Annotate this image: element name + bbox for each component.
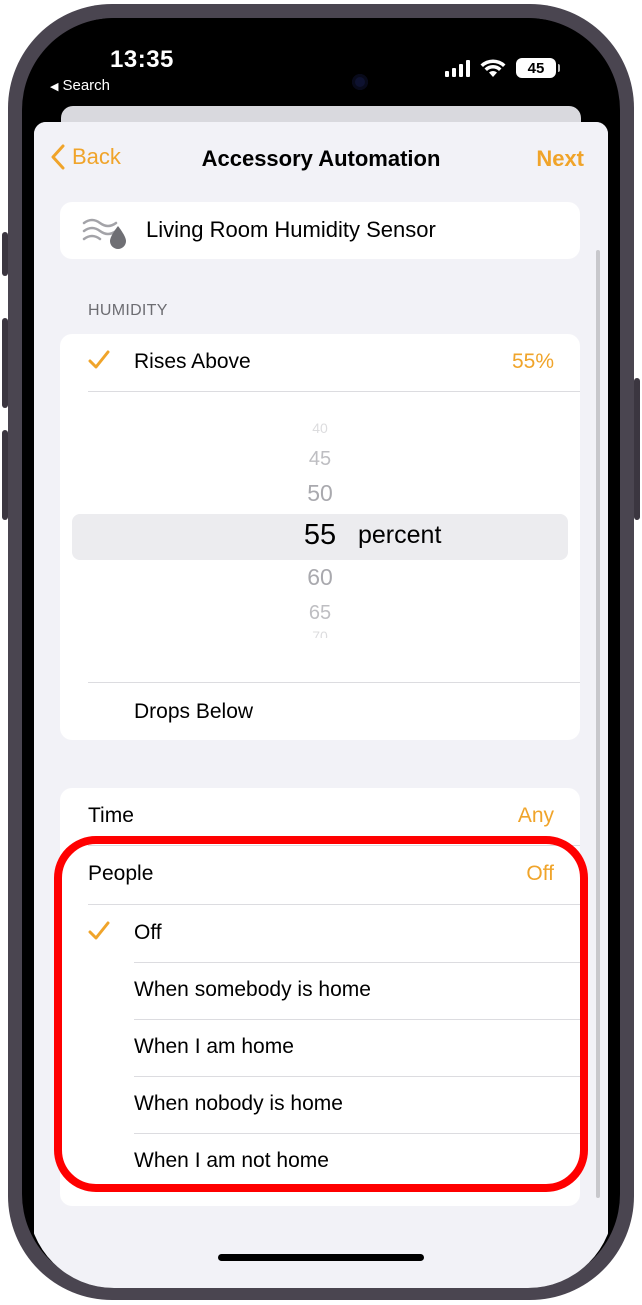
humidity-section-header: HUMIDITY xyxy=(88,302,168,319)
home-indicator[interactable] xyxy=(218,1254,424,1261)
power-button xyxy=(634,378,640,520)
scrollbar[interactable] xyxy=(596,250,600,1198)
time-value: Any xyxy=(517,804,554,827)
navigation-bar: Back Accessory Automation Next xyxy=(34,122,608,198)
accessory-card[interactable]: Living Room Humidity Sensor xyxy=(60,202,580,259)
status-back-link[interactable]: ◀ Search xyxy=(50,77,110,94)
page-title: Accessory Automation xyxy=(201,146,441,171)
wifi-icon xyxy=(480,59,506,77)
camera-icon xyxy=(352,74,368,90)
rises-above-value: 55% xyxy=(511,350,554,373)
time-label: Time xyxy=(88,804,134,827)
status-back-label: Search xyxy=(62,77,110,94)
humidity-card: Rises Above 55% 40 45 50 55 percent 60 6… xyxy=(60,334,580,740)
next-button[interactable]: Next xyxy=(536,146,584,172)
volume-down-button xyxy=(2,430,8,520)
drops-below-row[interactable]: Drops Below xyxy=(60,684,580,740)
action-button xyxy=(2,232,8,276)
volume-up-button xyxy=(2,318,8,408)
picker-value: 45 xyxy=(308,448,332,470)
divider xyxy=(88,682,580,683)
accessory-name: Living Room Humidity Sensor xyxy=(146,217,436,242)
picker-selected-value: 55 xyxy=(303,519,337,551)
picker-value: 70 xyxy=(312,628,328,638)
picker-unit: percent xyxy=(358,521,442,549)
picker-value: 65 xyxy=(308,602,332,624)
humidity-picker[interactable]: 40 45 50 55 percent 60 65 70 xyxy=(60,392,580,638)
drops-below-label: Drops Below xyxy=(134,700,254,723)
status-indicators: 45 xyxy=(445,58,560,78)
back-triangle-icon: ◀ xyxy=(50,81,59,93)
picker-value: 50 xyxy=(307,480,333,506)
red-highlight-annotation xyxy=(54,836,588,1192)
picker-value: 60 xyxy=(307,564,333,590)
checkmark-icon xyxy=(88,350,110,369)
rises-above-label: Rises Above xyxy=(134,350,251,373)
cellular-signal-icon xyxy=(445,59,470,77)
battery-icon: 45 xyxy=(516,58,560,78)
status-time: 13:35 xyxy=(110,46,174,73)
humidity-sensor-icon xyxy=(82,218,126,249)
dynamic-island xyxy=(246,60,398,104)
picker-value: 40 xyxy=(312,420,328,436)
rises-above-row[interactable]: Rises Above 55% xyxy=(60,334,580,390)
